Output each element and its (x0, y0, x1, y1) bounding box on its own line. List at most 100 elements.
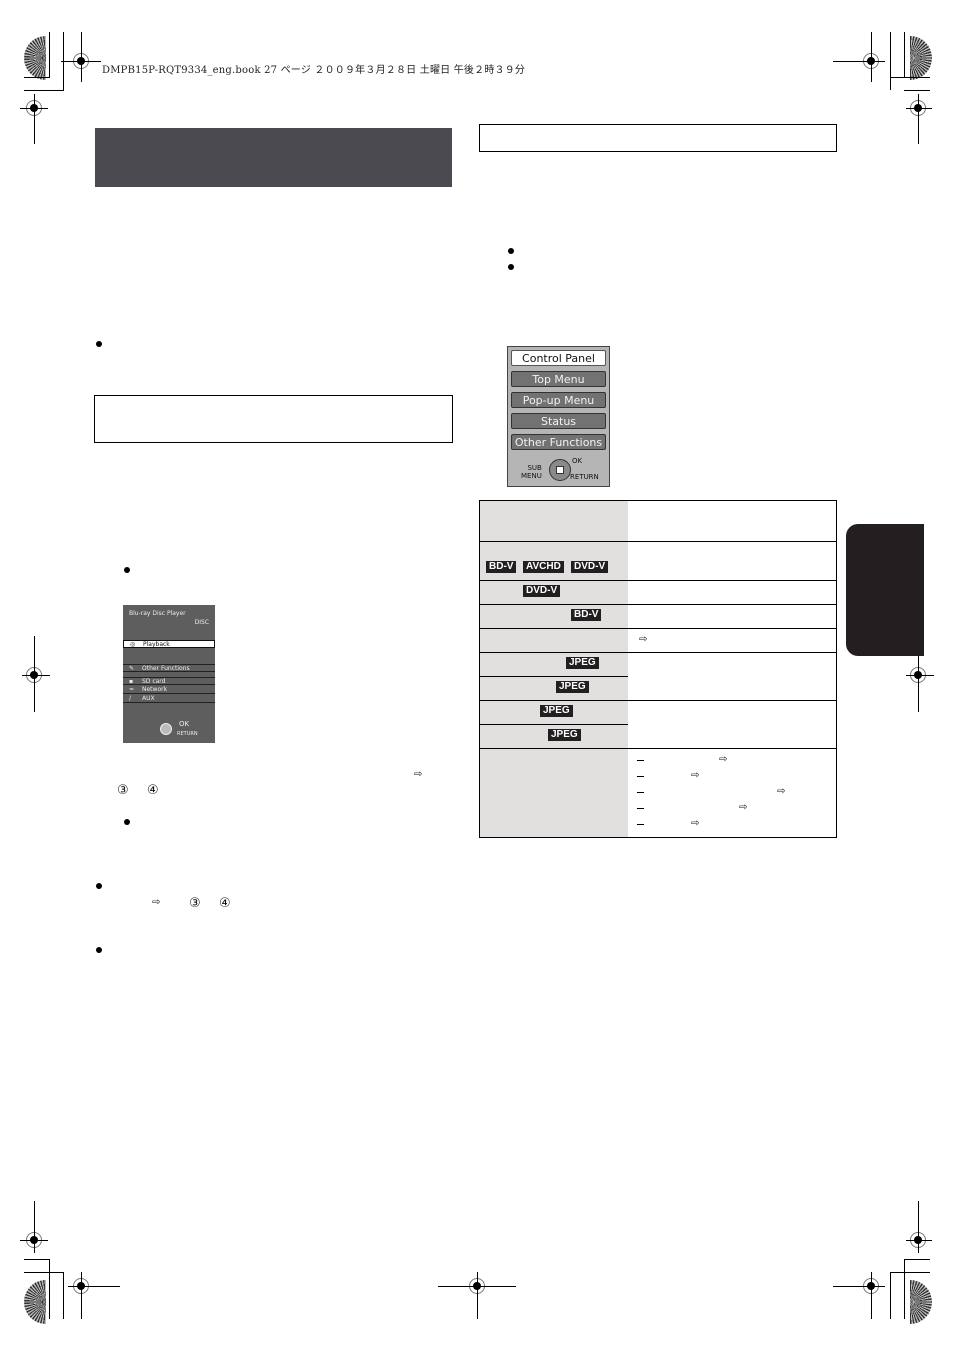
list-dash (637, 792, 644, 793)
bullet-icon (96, 883, 102, 889)
disc-icon: ◎ (130, 641, 136, 648)
crop-line (22, 675, 50, 676)
list-dash (637, 776, 644, 777)
crop-line (63, 1272, 64, 1319)
home-menu-item-label: SD card (142, 678, 166, 685)
note-box (94, 395, 453, 443)
crop-line (890, 32, 891, 90)
crop-line (24, 90, 64, 91)
row-divider (480, 541, 836, 542)
row-divider (480, 580, 836, 581)
row-divider (480, 724, 628, 725)
reference-arrow-icon: ⇨ (414, 769, 423, 780)
crop-line (34, 636, 35, 712)
crop-line (904, 32, 905, 77)
crop-line (833, 61, 885, 62)
print-job-header: DMPB15P-RQT9334_eng.book 27 ページ ２００９年３月２… (102, 65, 526, 76)
home-menu-screen: Blu-ray Disc Player DISC ◎ Playback ✎ Ot… (123, 605, 215, 743)
crop-line (34, 1201, 35, 1253)
bullet-icon (124, 567, 130, 573)
section-heading-box (479, 124, 837, 152)
control-panel-button[interactable]: Control Panel (511, 350, 606, 366)
crop-line (20, 1240, 48, 1241)
crop-line (918, 1201, 919, 1253)
section-title-bar (95, 128, 452, 187)
color-wheel-icon (24, 1280, 46, 1324)
jpeg-badge: JPEG (566, 657, 599, 669)
list-dash (637, 808, 644, 809)
bullet-icon (124, 819, 130, 825)
bd-v-badge: BD-V (486, 561, 517, 573)
sd-card-icon: ▪ (129, 678, 134, 685)
reference-arrow-icon: ⇨ (777, 786, 786, 797)
crop-line (904, 1259, 930, 1260)
crop-line (906, 675, 934, 676)
bullet-icon (508, 248, 514, 254)
dvd-v-badge: DVD-V (523, 585, 561, 597)
crop-line (24, 1259, 50, 1260)
return-label: RETURN (177, 731, 198, 737)
row-divider (480, 748, 836, 749)
bd-v-badge: BD-V (571, 609, 602, 621)
home-menu-item-other-functions[interactable]: ✎ Other Functions (123, 664, 215, 672)
reference-arrow-icon: ⇨ (739, 802, 748, 813)
row-divider (480, 700, 836, 701)
crop-line (49, 32, 50, 77)
step-3-icon: ③ (189, 896, 201, 911)
reference-arrow-icon: ⇨ (639, 634, 648, 645)
network-icon: ≈ (129, 686, 135, 693)
step-4-icon: ④ (219, 896, 231, 911)
status-button[interactable]: Status (511, 413, 606, 429)
crop-line (24, 77, 50, 78)
reference-arrow-icon: ⇨ (691, 818, 700, 829)
crop-line (438, 1286, 516, 1287)
bullet-icon (96, 341, 102, 347)
row-divider (480, 628, 836, 629)
remote-dpad-icon (160, 723, 172, 735)
crop-line (477, 1272, 478, 1319)
home-menu-item-sd-card[interactable]: ▪ SD card (123, 677, 215, 685)
step-3-icon: ③ (117, 783, 129, 798)
home-menu-item-aux[interactable]: / AUX (123, 695, 215, 703)
other-functions-button[interactable]: Other Functions (511, 434, 606, 450)
top-menu-button[interactable]: Top Menu (511, 371, 606, 387)
popup-menu-button[interactable]: Pop-up Menu (511, 392, 606, 408)
crop-line (871, 1272, 872, 1319)
bullet-icon (508, 264, 514, 270)
popup-control-menu: Control Panel Top Menu Pop-up Menu Statu… (507, 346, 610, 487)
avchd-badge: AVCHD (523, 561, 564, 573)
row-divider (480, 676, 628, 677)
color-wheel-icon (910, 36, 932, 80)
crop-line (81, 32, 82, 82)
crop-line (904, 1259, 905, 1319)
jpeg-badge: JPEG (548, 729, 581, 741)
color-wheel-icon (24, 36, 46, 80)
jpeg-badge: JPEG (540, 705, 573, 717)
crop-line (890, 1272, 930, 1273)
crop-line (81, 1272, 82, 1319)
crop-line (34, 94, 35, 144)
home-menu-title: Blu-ray Disc Player (129, 610, 186, 617)
ok-label: OK (179, 720, 190, 728)
crop-line (906, 108, 932, 109)
remote-dpad-icon (549, 459, 571, 481)
crop-line (68, 1286, 120, 1287)
reference-arrow-icon: ⇨ (691, 770, 700, 781)
list-dash (637, 760, 644, 761)
crop-line (918, 94, 919, 144)
aux-icon: / (129, 695, 132, 702)
jpeg-badge: JPEG (556, 681, 589, 693)
home-menu-item-label: Network (142, 686, 168, 693)
bullet-icon (96, 947, 102, 953)
crop-line (890, 77, 930, 78)
crop-line (24, 1272, 64, 1273)
sub-menu-label: SUB MENU (521, 464, 542, 480)
crop-line (833, 1286, 885, 1287)
home-menu-item-playback[interactable]: ◎ Playback (123, 640, 215, 648)
reference-arrow-icon: ⇨ (719, 754, 728, 765)
list-dash (637, 824, 644, 825)
crop-line (61, 61, 101, 62)
step-4-icon: ④ (147, 783, 159, 798)
chapter-side-tab (846, 524, 924, 656)
home-menu-item-network[interactable]: ≈ Network (123, 686, 215, 694)
